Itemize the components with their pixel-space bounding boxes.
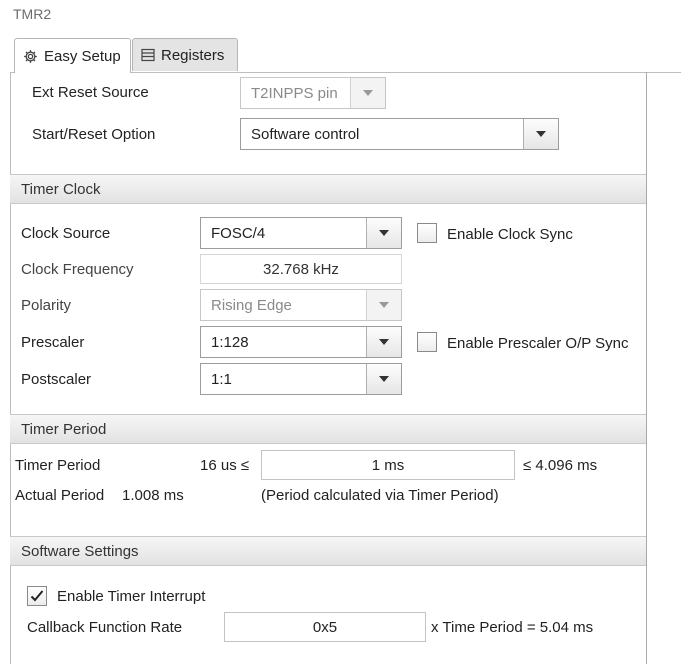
timer-period-input[interactable]: 1 ms [261,450,515,480]
chevron-down-icon[interactable] [350,78,385,108]
clock-source-label: Clock Source [21,225,111,242]
prescaler-value: 1:128 [211,333,249,351]
clock-source-select[interactable]: FOSC/4 [200,217,402,249]
tab-strip: Easy Setup Registers [10,38,681,73]
prescaler-select[interactable]: 1:128 [200,326,402,358]
enable-prescaler-sync-checkbox[interactable] [417,332,437,352]
ext-reset-source-select[interactable]: T2INPPS pin [240,77,386,109]
chevron-down-icon[interactable] [366,218,401,248]
polarity-value: Rising Edge [211,296,292,314]
period-note: (Period calculated via Timer Period) [261,487,499,504]
tab-registers[interactable]: Registers [132,38,238,71]
chevron-down-icon[interactable] [366,364,401,394]
tab-easy-setup[interactable]: Easy Setup [14,38,131,73]
callback-rate-suffix: x Time Period = 5.04 ms [431,619,594,636]
gear-icon [23,49,38,64]
timer-period-label: Timer Period [15,457,101,474]
start-reset-option-value: Software control [251,125,360,143]
polarity-select[interactable]: Rising Edge [200,289,402,321]
software-settings-header: Software Settings [10,536,646,566]
actual-period-label: Actual Period [15,487,105,504]
tab-easy-setup-label: Easy Setup [44,47,121,65]
chevron-down-icon[interactable] [366,290,401,320]
timer-period-header: Timer Period [10,414,646,444]
timer-period-max: ≤ 4.096 ms [523,457,598,474]
timer-period-min: 16 us ≤ [200,457,250,474]
enable-timer-interrupt-label: Enable Timer Interrupt [57,588,206,605]
window-title: TMR2 [13,6,52,22]
enable-clock-sync-checkbox[interactable] [417,223,437,243]
clock-frequency-label: Clock Frequency [21,261,134,278]
list-icon [141,48,155,62]
enable-prescaler-sync-label: Enable Prescaler O/P Sync [447,335,629,352]
enable-clock-sync-label: Enable Clock Sync [447,226,573,243]
chevron-down-icon[interactable] [366,327,401,357]
clock-frequency-field: 32.768 kHz [200,254,402,284]
callback-rate-label: Callback Function Rate [27,619,183,636]
panel-divider [646,72,647,664]
actual-period-value: 1.008 ms [122,487,184,504]
clock-source-value: FOSC/4 [211,224,266,242]
ext-reset-source-value: T2INPPS pin [251,84,338,102]
checkmark-icon [30,590,44,602]
start-reset-option-label: Start/Reset Option [32,126,156,143]
postscaler-select[interactable]: 1:1 [200,363,402,395]
timer-clock-header: Timer Clock [10,174,646,204]
postscaler-label: Postscaler [21,371,92,388]
tab-registers-label: Registers [161,46,225,64]
chevron-down-icon[interactable] [523,119,558,149]
callback-rate-input[interactable]: 0x5 [224,612,426,642]
prescaler-label: Prescaler [21,334,85,351]
postscaler-value: 1:1 [211,370,232,388]
polarity-label: Polarity [21,297,72,314]
start-reset-option-select[interactable]: Software control [240,118,559,150]
ext-reset-source-label: Ext Reset Source [32,84,149,101]
enable-timer-interrupt-checkbox[interactable] [27,586,47,606]
